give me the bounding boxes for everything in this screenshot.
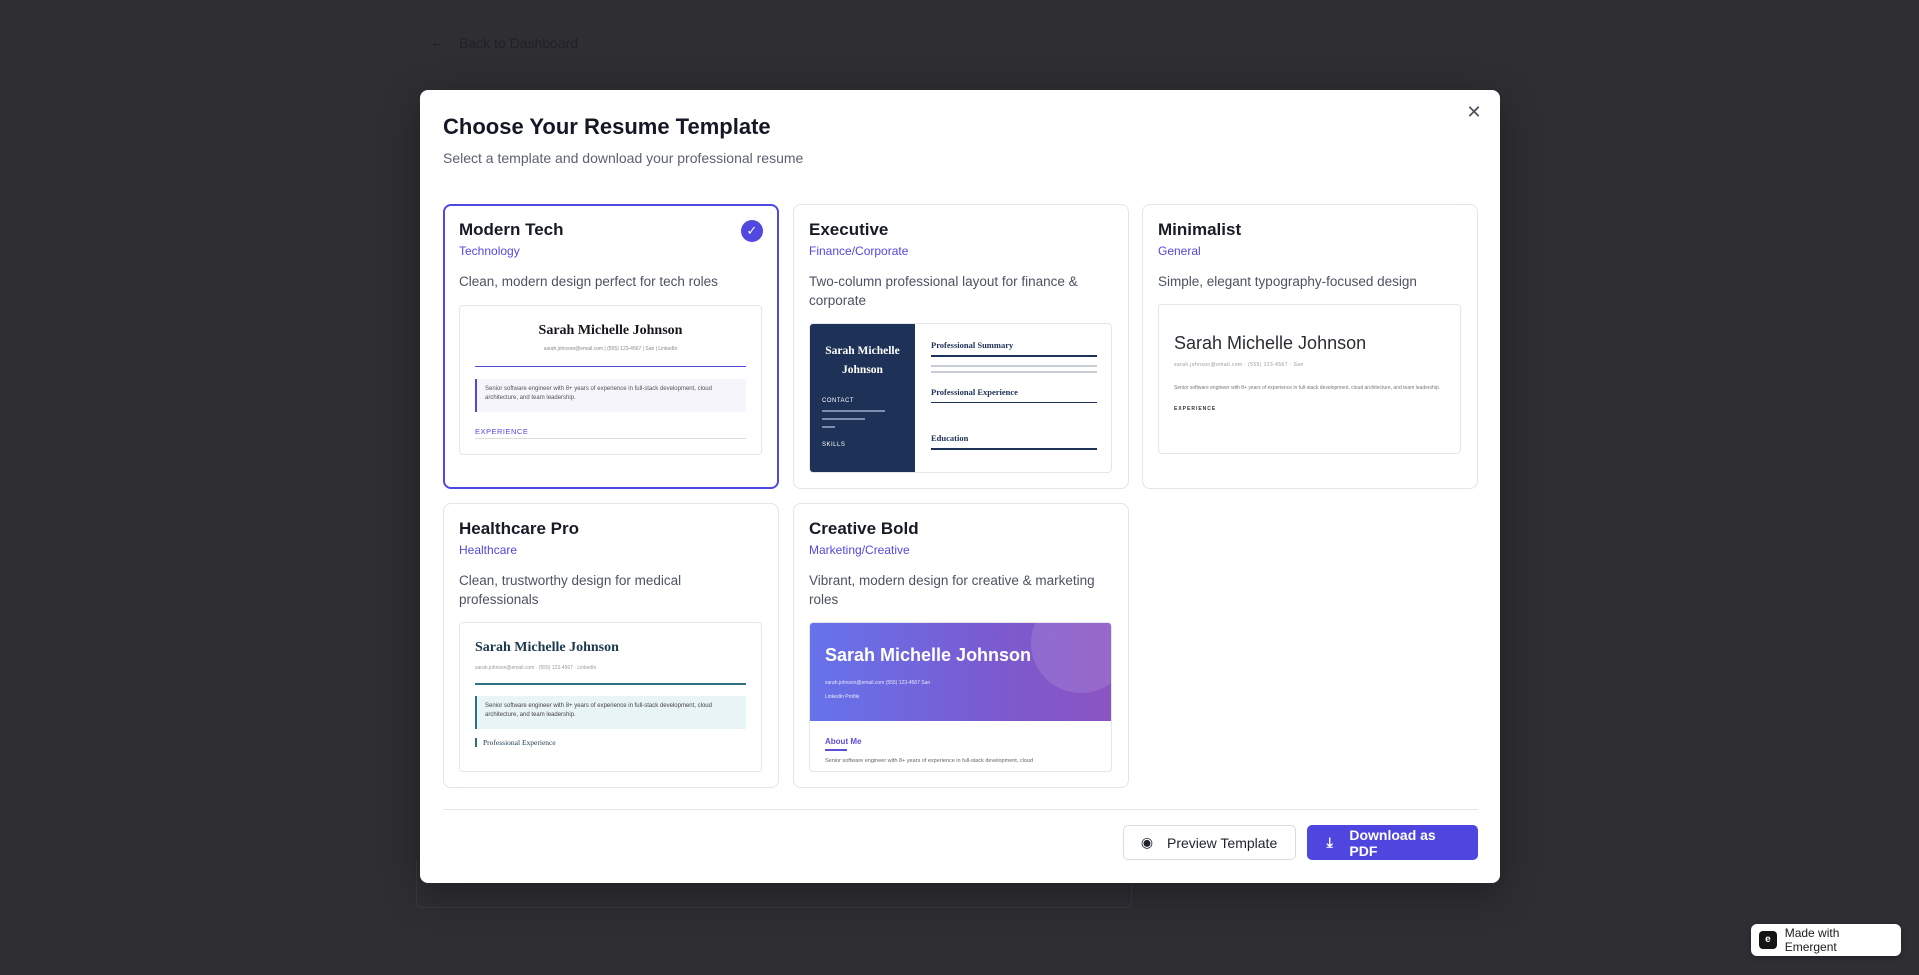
template-name: Minimalist <box>1158 220 1242 239</box>
preview-section: EXPERIENCE <box>475 427 529 436</box>
preview-summary: Senior software engineer with 8+ years o… <box>475 379 746 412</box>
template-preview: Sarah Michelle Johnson CONTACT SKILLS Pr… <box>809 323 1112 473</box>
template-category: General <box>1158 244 1201 258</box>
template-category: Technology <box>459 244 520 258</box>
preview-section: Education <box>931 433 969 443</box>
template-card-minimalist[interactable]: Minimalist General Simple, elegant typog… <box>1142 204 1478 489</box>
template-card-healthcare-pro[interactable]: Healthcare Pro Healthcare Clean, trustwo… <box>443 503 779 788</box>
preview-name: Sarah Michelle Johnson <box>475 640 619 655</box>
check-icon: ✓ <box>741 220 763 242</box>
footer-divider <box>443 809 1478 810</box>
template-modal: ✕ Choose Your Resume Template Select a t… <box>420 90 1500 883</box>
template-category: Marketing/Creative <box>809 543 910 557</box>
preview-summary: Senior software engineer with 8+ years o… <box>825 758 1034 764</box>
preview-summary: Senior software engineer with 8+ years o… <box>475 696 746 729</box>
back-to-dashboard-link[interactable]: ← Back to Dashboard <box>430 34 578 51</box>
preview-contact: sarah.johnson@email.com | (555) 123-4567… <box>543 346 678 352</box>
template-card-modern-tech[interactable]: Modern Tech Technology Clean, modern des… <box>443 204 779 489</box>
preview-skills-label: SKILLS <box>822 442 846 448</box>
arrow-left-icon: ← <box>430 34 445 51</box>
template-preview: Sarah Michelle Johnson sarah.johnson@ema… <box>809 622 1112 772</box>
template-name: Healthcare Pro <box>459 519 579 538</box>
eye-icon: ◉ <box>1140 834 1154 850</box>
template-preview: Sarah Michelle Johnson sarah.johnson@ema… <box>459 305 762 455</box>
preview-section: Professional Experience <box>931 386 1018 397</box>
preview-contact: sarah.johnson@email.com · (555) 123-4567… <box>1174 362 1304 368</box>
preview-name: Sarah Michelle Johnson <box>538 323 683 338</box>
download-button-label: Download as PDF <box>1349 826 1436 859</box>
preview-contact: sarah.johnson@email.com · (555) 123-4567… <box>475 665 597 671</box>
template-card-creative-bold[interactable]: Creative Bold Marketing/Creative Vibrant… <box>793 503 1129 788</box>
template-name: Executive <box>809 220 889 239</box>
preview-section: Professional Summary <box>931 340 1014 350</box>
download-icon: ⤓ <box>1326 834 1333 850</box>
made-with-emergent-badge[interactable]: e Made with Emergent <box>1751 924 1901 956</box>
modal-subtitle: Select a template and download your prof… <box>443 150 804 166</box>
preview-contact: sarah.johnson@email.com (555) 123-4567 S… <box>825 680 931 686</box>
preview-name: Sarah Michelle Johnson <box>825 345 900 376</box>
template-description: Simple, elegant typography-focused desig… <box>1158 274 1417 289</box>
preview-name: Sarah Michelle Johnson <box>1174 333 1367 353</box>
template-category: Finance/Corporate <box>809 244 909 258</box>
close-icon[interactable]: ✕ <box>1464 102 1484 122</box>
preview-section: About Me <box>825 737 862 746</box>
template-preview: Sarah Michelle Johnson sarah.johnson@ema… <box>459 622 762 772</box>
preview-summary: Senior software engineer with 8+ years o… <box>1174 385 1441 391</box>
template-name: Modern Tech <box>459 220 564 239</box>
badge-label: Made with Emergent <box>1784 926 1840 954</box>
template-preview: Sarah Michelle Johnson sarah.johnson@ema… <box>1158 304 1461 454</box>
template-description: Vibrant, modern design for creative & ma… <box>809 573 1095 607</box>
template-description: Clean, modern design perfect for tech ro… <box>459 274 718 289</box>
download-pdf-button[interactable]: ⤓ Download as PDF <box>1307 825 1478 860</box>
preview-contact-label: CONTACT <box>822 398 855 404</box>
emergent-logo-icon: e <box>1759 931 1777 949</box>
preview-button-label: Preview Template <box>1167 834 1278 851</box>
template-card-executive[interactable]: Executive Finance/Corporate Two-column p… <box>793 204 1129 489</box>
preview-section: EXPERIENCE <box>1174 406 1217 412</box>
back-label: Back to Dashboard <box>459 34 579 51</box>
template-name: Creative Bold <box>809 519 919 538</box>
template-description: Clean, trustworthy design for medical pr… <box>459 573 682 607</box>
preview-contact-2: LinkedIn Profile <box>825 694 860 700</box>
template-category: Healthcare <box>459 543 518 557</box>
modal-title: Choose Your Resume Template <box>443 114 771 139</box>
template-description: Two-column professional layout for finan… <box>809 274 1078 308</box>
preview-template-button[interactable]: ◉ Preview Template <box>1123 825 1296 860</box>
preview-section: Professional Experience <box>475 738 556 747</box>
